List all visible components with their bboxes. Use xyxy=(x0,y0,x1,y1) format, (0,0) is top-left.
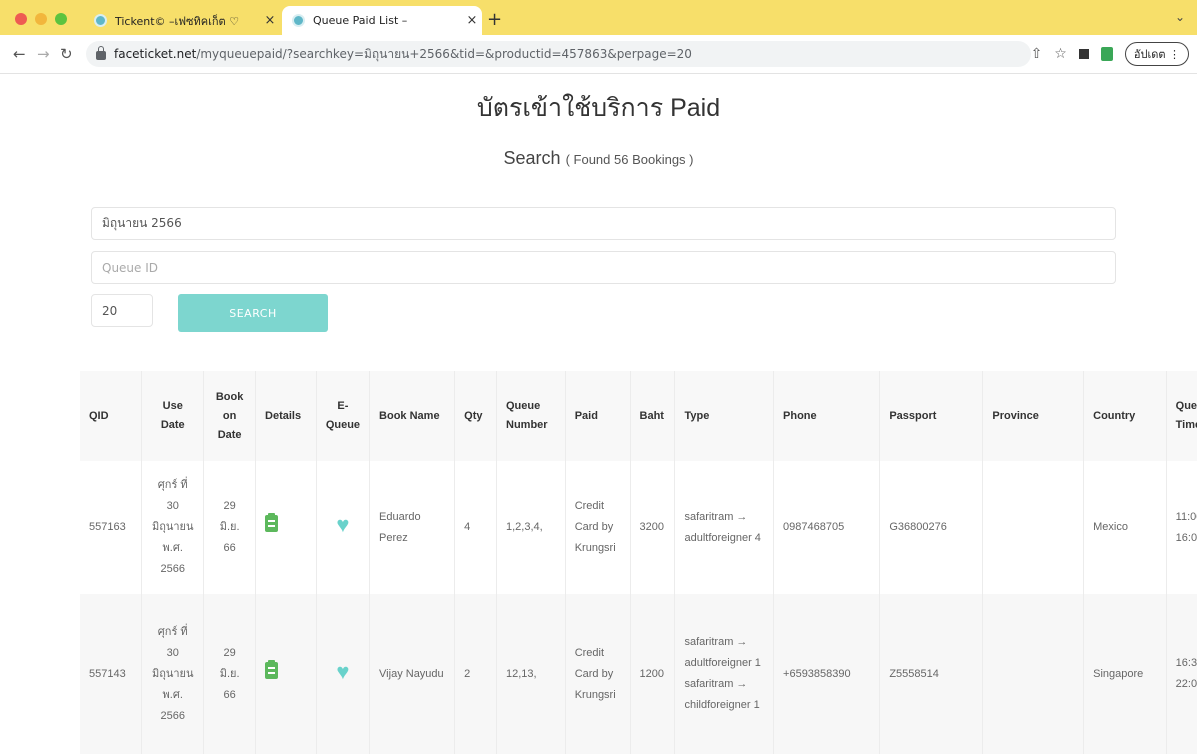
cell-country: Mexico xyxy=(1083,461,1167,594)
cell-country: Singapore xyxy=(1083,594,1167,754)
table-row: 557143 ศุกร์ ที่ 30 มิถุนายน พ.ศ. 2566 2… xyxy=(80,594,1197,754)
col-paid: Paid xyxy=(565,371,631,461)
cell-equeue: ♥ xyxy=(316,461,371,594)
col-use-date: Use Date xyxy=(141,371,205,461)
browser-toolbar: ← → ↻ faceticket.net/myqueuepaid/?search… xyxy=(0,35,1197,74)
tab-search-chevron-icon[interactable]: ⌄ xyxy=(1175,10,1185,24)
update-button[interactable]: อัปเดต ⋮ xyxy=(1124,42,1189,66)
cell-qty: 4 xyxy=(454,461,497,594)
cell-book-date: 29 มิ.ย. 66 xyxy=(203,461,257,594)
table-row: 557163 ศุกร์ ที่ 30 มิถุนายน พ.ศ. 2566 2… xyxy=(80,461,1197,594)
reload-icon[interactable]: ↻ xyxy=(60,45,73,63)
col-qty: Qty xyxy=(454,371,497,461)
found-count: ( Found 56 Bookings ) xyxy=(565,152,694,167)
search-heading-label: Search xyxy=(503,148,561,168)
table-header-row: QID Use Date Book on Date Details E-Queu… xyxy=(80,371,1197,461)
cell-type: safaritram → adultforeigner 4 xyxy=(674,461,775,594)
col-passport: Passport xyxy=(879,371,984,461)
bookings-table: QID Use Date Book on Date Details E-Queu… xyxy=(80,371,1197,754)
cell-queue-time: 11:00 - 16:00 xyxy=(1166,461,1197,594)
col-province: Province xyxy=(982,371,1085,461)
toolbar-actions: ⇧ ☆ อัปเดต ⋮ xyxy=(1031,42,1189,66)
cell-baht: 1200 xyxy=(630,594,676,754)
side-panel-icon[interactable] xyxy=(1078,49,1089,59)
cell-qid: 557143 xyxy=(80,594,143,754)
search-button[interactable]: SEARCH xyxy=(178,294,328,332)
cell-type: safaritram → adultforeigner 1 safaritram… xyxy=(674,594,775,754)
forward-arrow-icon[interactable]: → xyxy=(37,45,50,63)
cell-details xyxy=(255,461,317,594)
cell-province xyxy=(982,594,1085,754)
back-arrow-icon[interactable]: ← xyxy=(13,45,26,63)
site-favicon-icon xyxy=(292,14,305,27)
cell-phone: 0987468705 xyxy=(773,461,881,594)
col-book-name: Book Name xyxy=(369,371,456,461)
col-qid: QID xyxy=(80,371,143,461)
share-icon[interactable]: ⇧ xyxy=(1031,46,1043,62)
minimize-window-button[interactable] xyxy=(35,13,47,25)
tab-title: Queue Paid List – xyxy=(313,14,408,27)
cell-paid: Credit Card by Krungsri xyxy=(565,461,631,594)
search-heading: Search ( Found 56 Bookings ) xyxy=(0,148,1197,169)
heart-icon[interactable]: ♥ xyxy=(336,512,349,537)
perpage-input[interactable]: 20 xyxy=(91,294,153,327)
lock-icon xyxy=(96,46,106,60)
cell-book-name: Vijay Nayudu xyxy=(369,594,456,754)
tab-tickent[interactable]: Tickent© –เฟซทิคเก็ต ♡ × xyxy=(84,6,280,35)
close-window-button[interactable] xyxy=(15,13,27,25)
cell-paid: Credit Card by Krungsri xyxy=(565,594,631,754)
col-details: Details xyxy=(255,371,317,461)
cell-qty: 2 xyxy=(454,594,497,754)
cell-queue-number: 12,13, xyxy=(496,594,566,754)
browser-tab-bar: Tickent© –เฟซทิคเก็ต ♡ × Queue Paid List… xyxy=(0,0,1197,35)
cell-book-name: Eduardo Perez xyxy=(369,461,456,594)
col-queue-number: Queue Number xyxy=(496,371,566,461)
clipboard-icon[interactable] xyxy=(265,513,279,532)
search-key-input[interactable]: มิถุนายน 2566 xyxy=(91,207,1116,240)
new-tab-button[interactable]: + xyxy=(487,9,502,30)
extension-icon[interactable] xyxy=(1100,47,1113,61)
update-label: อัปเดต xyxy=(1133,48,1166,61)
col-baht: Baht xyxy=(630,371,676,461)
url-path: /myqueuepaid/?searchkey=มิถุนายน+2566&ti… xyxy=(196,46,692,61)
zoom-window-button[interactable] xyxy=(55,13,67,25)
tab-close-icon[interactable]: × xyxy=(462,13,482,28)
col-country: Country xyxy=(1083,371,1167,461)
tab-title: Tickent© –เฟซทิคเก็ต ♡ xyxy=(115,14,240,28)
col-book-on-date: Book on Date xyxy=(203,371,257,461)
site-favicon-icon xyxy=(94,14,107,27)
page-title: บัตรเข้าใช้บริการ Paid xyxy=(476,94,721,122)
cell-use-date: ศุกร์ ที่ 30 มิถุนายน พ.ศ. 2566 xyxy=(141,461,205,594)
cell-baht: 3200 xyxy=(630,461,676,594)
cell-queue-number: 1,2,3,4, xyxy=(496,461,566,594)
cell-book-date: 29 มิ.ย. 66 xyxy=(203,594,257,754)
queue-id-input[interactable]: Queue ID xyxy=(91,251,1116,284)
clipboard-icon[interactable] xyxy=(265,659,279,679)
cell-queue-time: 16:30 - 22:00 xyxy=(1166,594,1197,754)
cell-passport: Z5558514 xyxy=(879,594,984,754)
cell-province xyxy=(982,461,1085,594)
heart-icon[interactable]: ♥ xyxy=(336,659,349,684)
cell-passport: G36800276 xyxy=(879,461,984,594)
cell-equeue: ♥ xyxy=(316,594,371,754)
bookmark-star-icon[interactable]: ☆ xyxy=(1054,46,1067,62)
url-host: faceticket.net xyxy=(114,47,197,61)
col-type: Type xyxy=(674,371,775,461)
cell-qid: 557163 xyxy=(80,461,143,594)
cell-use-date: ศุกร์ ที่ 30 มิถุนายน พ.ศ. 2566 xyxy=(141,594,205,754)
col-phone: Phone xyxy=(773,371,881,461)
cell-phone: +6593858390 xyxy=(773,594,881,754)
tab-queue-paid-list[interactable]: Queue Paid List – × xyxy=(282,6,482,35)
col-queue-time: Queue Time xyxy=(1166,371,1197,461)
tab-close-icon[interactable]: × xyxy=(260,13,280,28)
cell-details xyxy=(255,594,317,754)
address-bar[interactable]: faceticket.net/myqueuepaid/?searchkey=มิ… xyxy=(86,41,1031,67)
col-equeue: E-Queue xyxy=(316,371,371,461)
